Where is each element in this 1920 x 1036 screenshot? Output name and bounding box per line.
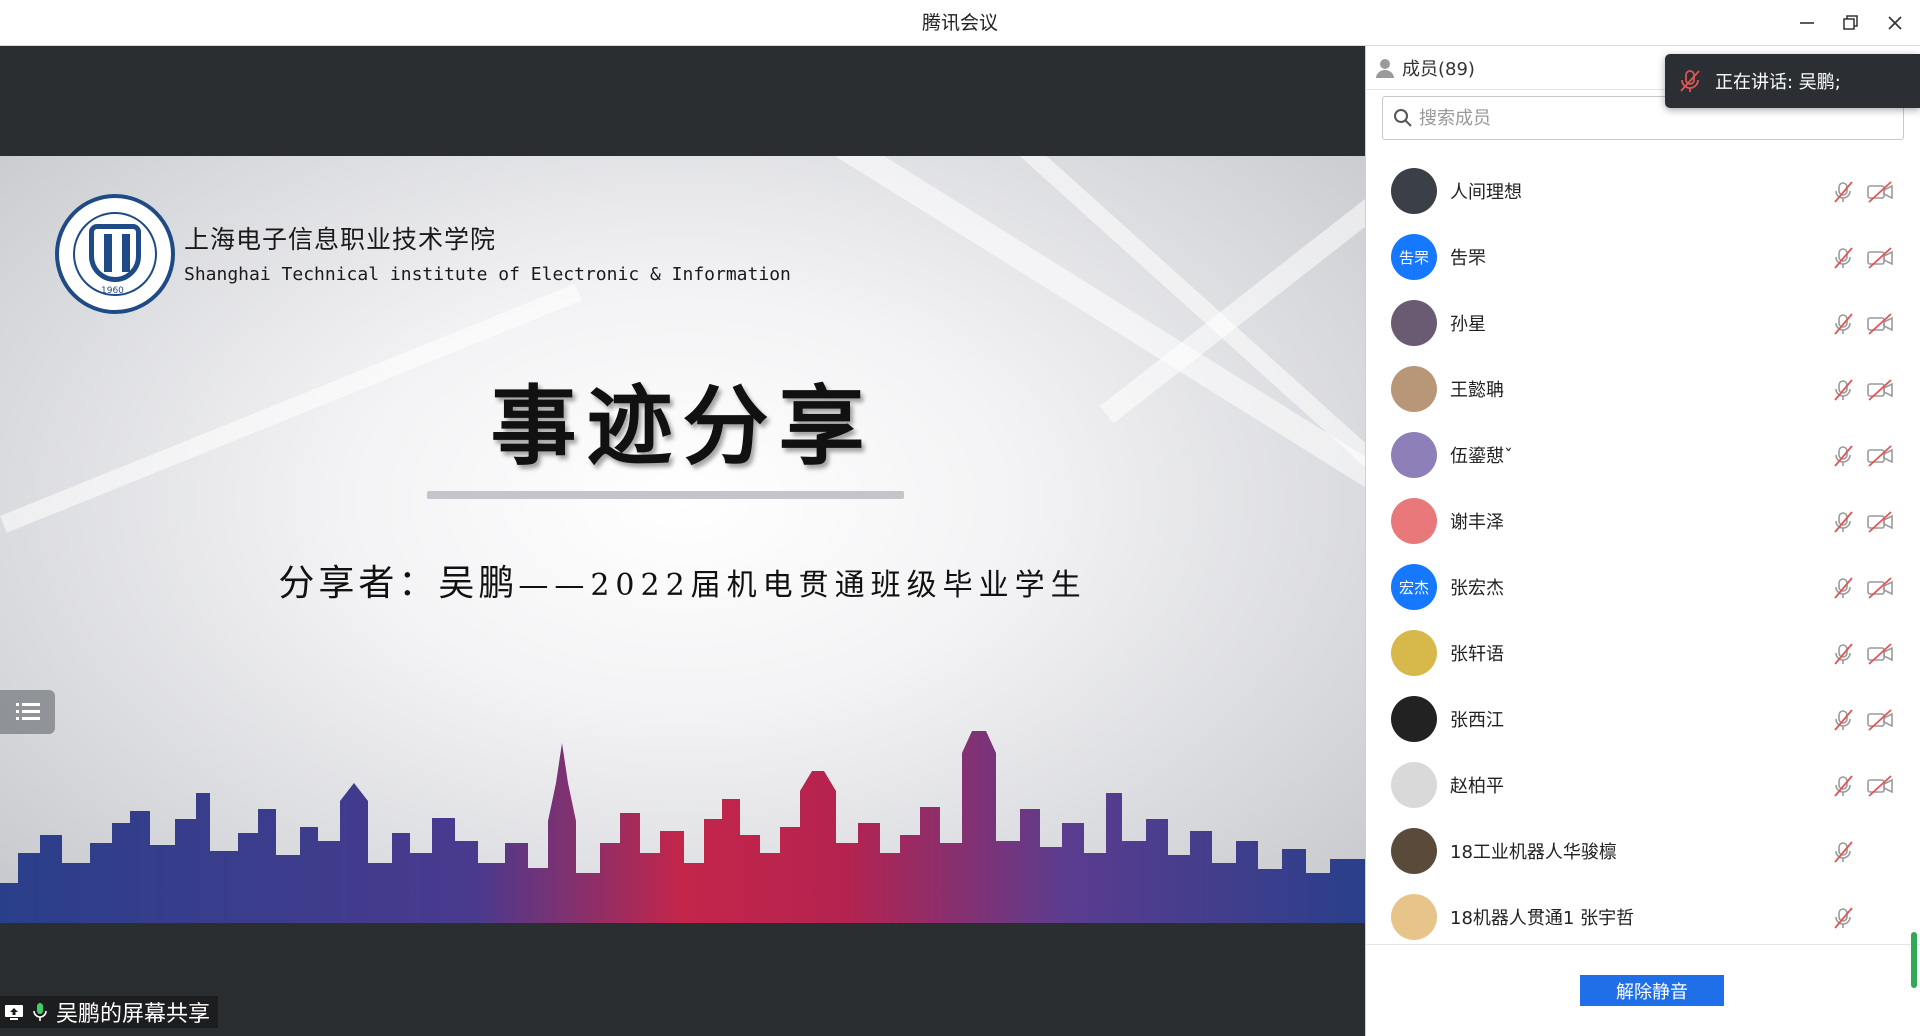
camera-off-icon[interactable] — [1866, 774, 1894, 798]
avatar — [1391, 498, 1437, 544]
avatar: 吿罘 — [1391, 234, 1437, 280]
restore-button[interactable] — [1834, 8, 1868, 38]
avatar — [1391, 696, 1437, 742]
mic-muted-icon[interactable] — [1831, 378, 1855, 402]
members-count-title: 成员(89) — [1402, 58, 1475, 80]
member-name: 张宏杰 — [1450, 578, 1504, 599]
mic-muted-icon[interactable] — [1831, 906, 1855, 930]
subtitle-lead: 分享者：吴鹏 — [278, 563, 519, 604]
slide-subtitle: 分享者：吴鹏——2022届机电贯通班级毕业学生 — [0, 554, 1365, 606]
member-list-scrollbar[interactable] — [1911, 932, 1917, 988]
member-row[interactable]: 人间理想 — [1366, 158, 1906, 224]
close-icon — [1888, 16, 1902, 30]
member-name: 18机器人贯通1 张宇哲 — [1450, 908, 1635, 929]
member-row[interactable]: 宏杰 张宏杰 — [1366, 554, 1906, 620]
avatar — [1391, 432, 1437, 478]
mic-muted-icon[interactable] — [1831, 444, 1855, 468]
member-row[interactable]: 张西江 — [1366, 686, 1906, 752]
panel-footer: 解除静音 — [1366, 944, 1920, 1036]
members-panel: 成员(89) 人间理想吿罘吿罘孙星王懿聃伍鎏憇ˇ 谢丰泽宏杰张宏杰张轩语张西江赵柏… — [1365, 46, 1920, 1036]
member-row[interactable]: 赵柏平 — [1366, 752, 1906, 818]
camera-off-icon[interactable] — [1866, 444, 1894, 468]
avatar — [1391, 168, 1437, 214]
member-name: 张轩语 — [1450, 644, 1504, 665]
member-name: 人间理想 — [1450, 182, 1522, 203]
member-row[interactable]: 张轩语 — [1366, 620, 1906, 686]
member-name: 张西江 — [1450, 710, 1504, 731]
mic-muted-icon[interactable] — [1831, 312, 1855, 336]
speaking-text: 正在讲话: 吴鹏; — [1715, 72, 1841, 93]
minimize-icon — [1800, 22, 1814, 24]
avatar — [1391, 894, 1437, 940]
member-name: 18工业机器人华骏檩 — [1450, 842, 1617, 863]
school-logo: 1960 — [55, 194, 175, 314]
member-name: 吿罘 — [1450, 248, 1486, 269]
minimize-button[interactable] — [1790, 8, 1824, 38]
avatar: 宏杰 — [1391, 564, 1437, 610]
mic-muted-icon[interactable] — [1831, 510, 1855, 534]
camera-off-icon[interactable] — [1866, 246, 1894, 270]
camera-off-icon[interactable] — [1866, 576, 1894, 600]
mic-muted-icon[interactable] — [1831, 774, 1855, 798]
list-icon — [15, 703, 40, 720]
logo-year: 1960 — [101, 286, 124, 296]
window-title: 腾讯会议 — [921, 12, 998, 34]
avatar — [1391, 300, 1437, 346]
camera-off-icon[interactable] — [1866, 312, 1894, 336]
member-list: 人间理想吿罘 吿罘孙星王懿聃伍鎏憇ˇ 谢丰泽宏杰 张宏杰张轩语张西江赵柏平 18工业机器… — [1366, 158, 1906, 950]
member-name: 赵柏平 — [1450, 776, 1504, 797]
subtitle-rest: ——2022届机电贯通班级毕业学生 — [518, 568, 1087, 603]
shared-screen-stage: 1960 上海电子信息职业技术学院 Shanghai Technical ins… — [0, 46, 1365, 1036]
mic-muted-icon[interactable] — [1831, 180, 1855, 204]
member-row[interactable]: 谢丰泽 — [1366, 488, 1906, 554]
member-row[interactable]: 王懿聃 — [1366, 356, 1906, 422]
logo-bar — [104, 234, 112, 272]
member-row[interactable]: 18机器人贯通1 张宇哲 — [1366, 884, 1906, 950]
member-row[interactable]: 吿罘 吿罘 — [1366, 224, 1906, 290]
member-search-input[interactable] — [1419, 107, 1889, 129]
presentation-slide: 1960 上海电子信息职业技术学院 Shanghai Technical ins… — [0, 156, 1365, 923]
slide-headline: 事迹分享 — [490, 376, 875, 477]
member-name: 伍鎏憇ˇ — [1450, 446, 1513, 467]
avatar — [1391, 366, 1437, 412]
mic-muted-icon[interactable] — [1831, 840, 1855, 864]
person-icon — [1376, 58, 1394, 78]
speaking-indicator: 正在讲话: 吴鹏; — [1665, 54, 1920, 108]
camera-off-icon[interactable] — [1866, 642, 1894, 666]
muted-mic-icon — [1680, 70, 1700, 92]
school-name-cn: 上海电子信息职业技术学院 — [184, 225, 497, 254]
camera-off-icon[interactable] — [1866, 180, 1894, 204]
mic-muted-icon[interactable] — [1831, 642, 1855, 666]
mic-muted-icon[interactable] — [1831, 576, 1855, 600]
restore-icon — [1843, 15, 1858, 30]
microphone-icon — [33, 1003, 47, 1021]
school-name-en: Shanghai Technical institute of Electron… — [184, 264, 791, 285]
member-row[interactable]: 伍鎏憇ˇ — [1366, 422, 1906, 488]
headline-divider — [427, 491, 904, 499]
search-icon — [1394, 109, 1412, 127]
mic-muted-icon[interactable] — [1831, 246, 1855, 270]
camera-off-icon[interactable] — [1866, 378, 1894, 402]
member-row[interactable]: 18工业机器人华骏檩 — [1366, 818, 1906, 884]
member-name: 王懿聃 — [1450, 380, 1504, 401]
avatar — [1391, 630, 1437, 676]
camera-off-icon[interactable] — [1866, 708, 1894, 732]
member-name: 谢丰泽 — [1450, 512, 1504, 533]
screen-share-label: 吴鹏的屏幕共享 — [56, 1002, 211, 1027]
avatar — [1391, 762, 1437, 808]
camera-off-icon[interactable] — [1866, 510, 1894, 534]
close-button[interactable] — [1878, 8, 1912, 38]
logo-emblem — [89, 224, 141, 282]
city-skyline-graphic — [0, 731, 1365, 923]
member-row[interactable]: 孙星 — [1366, 290, 1906, 356]
avatar — [1391, 828, 1437, 874]
member-name: 孙星 — [1450, 314, 1486, 335]
slide-list-button[interactable] — [0, 690, 55, 734]
screen-share-icon — [5, 1005, 23, 1020]
unmute-button[interactable]: 解除静音 — [1580, 975, 1724, 1006]
logo-bar — [122, 234, 130, 272]
screen-share-badge: 吴鹏的屏幕共享 — [0, 996, 219, 1028]
mic-muted-icon[interactable] — [1831, 708, 1855, 732]
title-bar: 腾讯会议 — [0, 0, 1920, 46]
